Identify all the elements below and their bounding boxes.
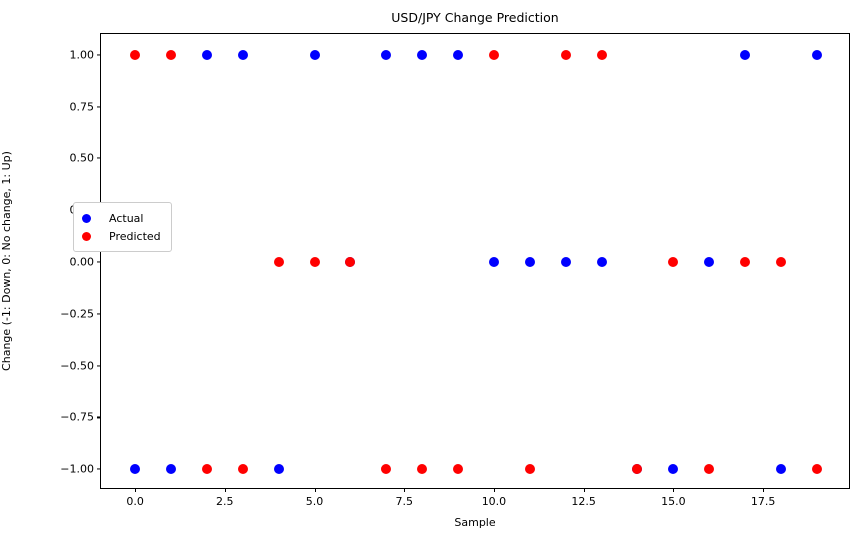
data-point-predicted (632, 464, 643, 475)
x-tick-label: 2.5 (216, 495, 234, 508)
data-point-actual (596, 257, 607, 267)
y-tick-label: −1.00 (60, 462, 94, 476)
data-point-predicted (237, 464, 248, 475)
x-tick-mark (135, 488, 137, 492)
data-point-actual (560, 257, 571, 267)
data-point-actual (524, 257, 535, 267)
data-point-actual (740, 49, 751, 60)
scatter-data-layer (101, 34, 849, 488)
y-tick-label: 0.75 (69, 100, 95, 114)
x-tick-mark (673, 488, 675, 492)
data-point-predicted (488, 49, 499, 60)
x-tick-mark (224, 488, 226, 492)
data-point-predicted (309, 257, 320, 267)
data-point-actual (309, 49, 320, 60)
data-point-actual (417, 49, 428, 60)
data-point-predicted (811, 464, 822, 475)
y-tick-label: −0.75 (60, 410, 94, 424)
data-point-actual (381, 49, 392, 60)
data-point-actual (488, 257, 499, 267)
x-tick-label: 12.5 (571, 495, 596, 508)
data-point-actual (165, 464, 176, 475)
data-point-actual (704, 257, 715, 267)
data-point-predicted (381, 464, 392, 475)
data-point-actual (273, 464, 284, 475)
data-point-actual (668, 464, 679, 475)
data-point-predicted (201, 464, 212, 475)
chart-title: USD/JPY Change Prediction (391, 10, 559, 25)
data-point-predicted (560, 49, 571, 60)
data-point-actual (811, 49, 822, 60)
y-tick-label: 0.00 (69, 255, 95, 269)
x-tick-mark (763, 488, 765, 492)
data-point-actual (201, 49, 212, 60)
x-tick-mark (583, 488, 585, 492)
x-tick-label: 5.0 (305, 495, 324, 508)
legend-label-predicted: Predicted (109, 229, 161, 243)
data-point-predicted (453, 464, 464, 475)
data-point-predicted (524, 464, 535, 475)
data-point-predicted (417, 464, 428, 475)
legend-label-actual: Actual (109, 211, 144, 225)
chart-legend: Actual Predicted (73, 202, 172, 252)
data-point-predicted (776, 257, 787, 267)
data-point-predicted (704, 464, 715, 475)
y-tick-label: −0.50 (60, 359, 94, 373)
y-tick-label: 1.00 (69, 48, 95, 62)
x-tick-mark (493, 488, 496, 492)
x-tick-label: 0.0 (126, 495, 144, 508)
data-point-predicted (740, 257, 751, 267)
matplotlib-figure: USD/JPY Change Prediction Change (-1: Do… (0, 0, 866, 547)
data-point-predicted (668, 257, 679, 267)
data-point-predicted (165, 49, 176, 60)
x-tick-mark (404, 488, 406, 492)
x-tick-label: 15.0 (661, 495, 686, 508)
x-tick-label: 17.5 (750, 495, 776, 508)
x-tick-label: 10.0 (481, 495, 507, 508)
data-point-actual (237, 49, 248, 60)
data-point-predicted (273, 257, 284, 267)
data-point-predicted (596, 49, 607, 60)
blue-circle-marker-icon (82, 213, 91, 223)
legend-entry-predicted: Predicted (82, 227, 161, 245)
x-tick-label: 7.5 (395, 495, 413, 508)
data-point-predicted (130, 49, 141, 60)
legend-entry-actual: Actual (82, 209, 161, 227)
x-tick-mark (314, 488, 316, 492)
x-axis-label: Sample (454, 516, 496, 529)
y-tick-label: 0.50 (69, 151, 95, 165)
data-point-predicted (345, 257, 356, 267)
plot-area: −1.00−0.75−0.50−0.250.000.250.500.751.00… (60, 33, 850, 508)
data-point-actual (776, 464, 787, 475)
y-axis-label: Change (-1: Down, 0: No change, 1: Up) (0, 151, 13, 371)
data-point-actual (130, 464, 141, 475)
data-point-actual (453, 49, 464, 60)
red-circle-marker-icon (82, 231, 91, 241)
y-tick-label: −0.25 (60, 307, 94, 321)
